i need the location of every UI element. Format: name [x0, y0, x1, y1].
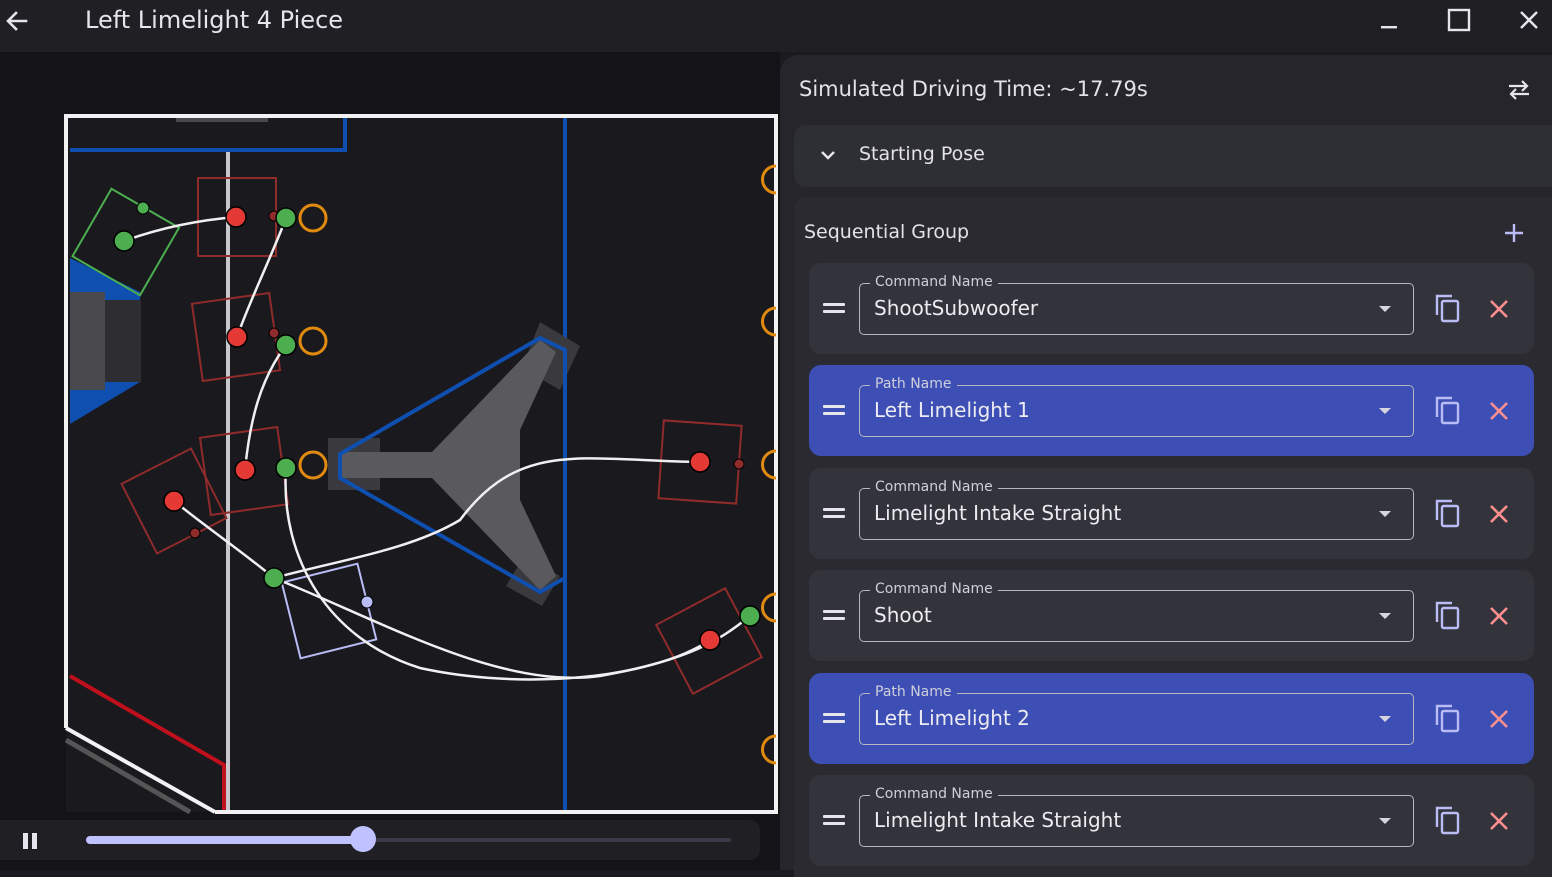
- dropdown-arrow-icon[interactable]: [1379, 818, 1391, 824]
- select-legend: Command Name: [870, 479, 998, 495]
- close-icon: [1520, 11, 1538, 29]
- select-value: Shoot: [874, 603, 932, 627]
- dropdown-arrow-icon[interactable]: [1379, 408, 1391, 414]
- drag-handle-icon[interactable]: [823, 711, 845, 725]
- pause-button[interactable]: [14, 828, 46, 854]
- maximize-icon: [1447, 8, 1471, 32]
- playback-slider-thumb[interactable]: [350, 826, 377, 852]
- delete-icon[interactable]: [1487, 707, 1511, 731]
- swap-layout-button[interactable]: [1502, 75, 1536, 105]
- delete-icon[interactable]: [1487, 399, 1511, 423]
- command-name-select[interactable]: Command Name ShootSubwoofer: [859, 274, 1414, 335]
- minimize-icon: [1381, 26, 1397, 29]
- auto-editor-panel: Simulated Driving Time: ~17.79s Starting…: [780, 55, 1552, 877]
- named-command-card[interactable]: Command Name Limelight Intake Straight: [809, 775, 1534, 866]
- field-view[interactable]: [0, 52, 780, 870]
- select-value: Left Limelight 2: [874, 706, 1030, 730]
- path-command-card[interactable]: Path Name Left Limelight 2: [809, 673, 1534, 764]
- copy-icon[interactable]: [1433, 293, 1463, 325]
- dropdown-arrow-icon[interactable]: [1379, 613, 1391, 619]
- select-legend: Path Name: [870, 376, 957, 392]
- sequential-group-label: Sequential Group: [804, 221, 970, 243]
- delete-icon[interactable]: [1487, 604, 1511, 628]
- select-value: Left Limelight 1: [874, 398, 1030, 422]
- path-name-select[interactable]: Path Name Left Limelight 1: [859, 376, 1414, 437]
- named-command-card[interactable]: Command Name Shoot: [809, 570, 1534, 661]
- field-map[interactable]: [0, 52, 780, 870]
- command-name-select[interactable]: Command Name Limelight Intake Straight: [859, 786, 1414, 847]
- select-legend: Command Name: [870, 581, 998, 597]
- path-name-select[interactable]: Path Name Left Limelight 2: [859, 684, 1414, 745]
- delete-icon[interactable]: [1487, 809, 1511, 833]
- select-value: Limelight Intake Straight: [874, 808, 1122, 832]
- playback-bar: [0, 820, 760, 860]
- command-name-select[interactable]: Command Name Shoot: [859, 581, 1414, 642]
- chevron-down-icon[interactable]: [816, 143, 840, 167]
- title-bar: Left Limelight 4 Piece: [0, 0, 1552, 52]
- copy-icon[interactable]: [1433, 600, 1463, 632]
- select-legend: Command Name: [870, 274, 998, 290]
- plus-icon: [1505, 224, 1523, 242]
- named-command-card[interactable]: Command Name Limelight Intake Straight: [809, 468, 1534, 559]
- simulated-driving-time: Simulated Driving Time: ~17.79s: [799, 77, 1148, 101]
- back-button[interactable]: [0, 4, 34, 38]
- window-title: Left Limelight 4 Piece: [85, 6, 344, 34]
- maximize-button[interactable]: [1442, 4, 1476, 36]
- select-value: Limelight Intake Straight: [874, 501, 1122, 525]
- select-legend: Command Name: [870, 786, 998, 802]
- select-value: ShootSubwoofer: [874, 296, 1039, 320]
- select-legend: Path Name: [870, 684, 957, 700]
- dropdown-arrow-icon[interactable]: [1379, 306, 1391, 312]
- drag-handle-icon[interactable]: [823, 608, 845, 622]
- close-window-button[interactable]: [1512, 4, 1546, 36]
- drag-handle-icon[interactable]: [823, 301, 845, 315]
- dropdown-arrow-icon[interactable]: [1379, 511, 1391, 517]
- copy-icon[interactable]: [1433, 395, 1463, 427]
- add-command-button[interactable]: [1498, 217, 1530, 249]
- copy-icon[interactable]: [1433, 805, 1463, 837]
- delete-icon[interactable]: [1487, 297, 1511, 321]
- copy-icon[interactable]: [1433, 703, 1463, 735]
- dropdown-arrow-icon[interactable]: [1379, 716, 1391, 722]
- minimize-button[interactable]: [1372, 4, 1406, 36]
- drag-handle-icon[interactable]: [823, 813, 845, 827]
- path-command-card[interactable]: Path Name Left Limelight 1: [809, 365, 1534, 456]
- starting-pose-label: Starting Pose: [859, 143, 985, 165]
- copy-icon[interactable]: [1433, 498, 1463, 530]
- command-name-select[interactable]: Command Name Limelight Intake Straight: [859, 479, 1414, 540]
- swap-horizontal-icon: [1509, 80, 1529, 100]
- pause-icon: [23, 833, 37, 849]
- drag-handle-icon[interactable]: [823, 403, 845, 417]
- playback-slider-fill: [86, 836, 364, 844]
- named-command-card[interactable]: Command Name ShootSubwoofer: [809, 263, 1534, 354]
- arrow-left-icon: [6, 11, 28, 31]
- drag-handle-icon[interactable]: [823, 506, 845, 520]
- delete-icon[interactable]: [1487, 502, 1511, 526]
- starting-pose-section[interactable]: Starting Pose: [794, 125, 1552, 187]
